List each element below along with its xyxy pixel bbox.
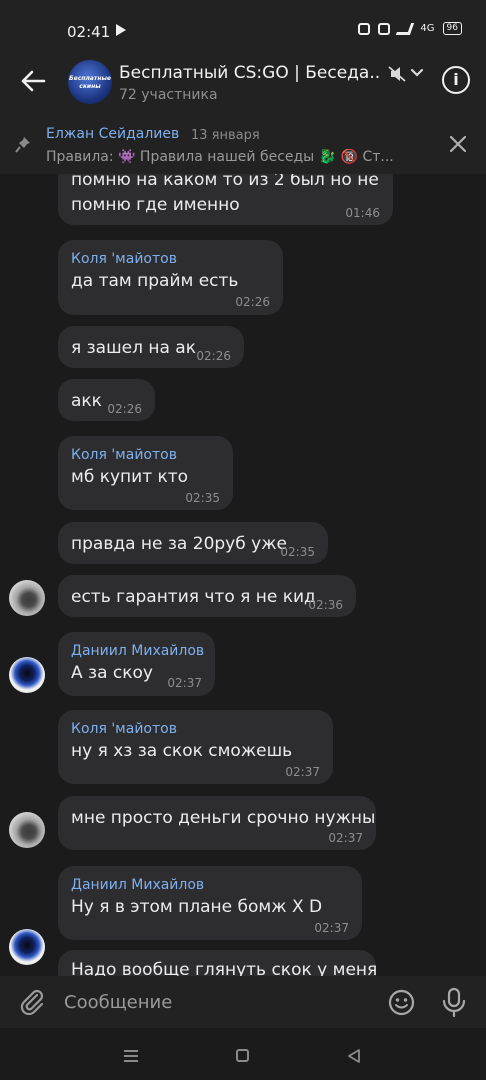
message-author[interactable]: Даниил Михайлов bbox=[71, 877, 204, 893]
avatar-caption-line2: скины bbox=[79, 83, 101, 90]
message-time: 02:35 bbox=[280, 545, 315, 559]
message-author[interactable]: Коля 'майотов bbox=[71, 251, 177, 267]
message-text: правда не за 20руб уже bbox=[71, 534, 287, 554]
avatar[interactable] bbox=[9, 812, 45, 848]
status-time: 02:41 bbox=[67, 23, 111, 41]
message-time: 02:37 bbox=[167, 676, 202, 690]
message-text: Ну я в этом плане бомж X D bbox=[71, 897, 323, 917]
emoji-icon[interactable] bbox=[388, 989, 415, 1016]
message-text: есть гарантия что я не кид bbox=[71, 587, 316, 607]
pinned-message[interactable]: Елжан Сейдалиев 13 января Правила: 👾 Пра… bbox=[0, 120, 486, 174]
message-text: мне просто деньги срочно нужны bbox=[71, 808, 376, 828]
message-bubble[interactable]: я зашел на ак 02:26 bbox=[58, 326, 244, 368]
message-text: акк bbox=[71, 391, 102, 411]
message-bubble[interactable]: Коля 'майотов да там прайм есть 02:26 bbox=[58, 240, 283, 315]
battery-icon: 96 bbox=[442, 22, 462, 35]
group-avatar[interactable]: Бесплатные скины bbox=[68, 60, 112, 104]
pinned-text: Правила: 👾 Правила нашей беседы 🐉 🔞 Ст..… bbox=[46, 149, 394, 165]
message-bubble[interactable]: акк 02:26 bbox=[58, 379, 155, 421]
message-bubble[interactable]: Даниил Михайлов Ну я в этом плане бомж X… bbox=[58, 866, 362, 940]
network-type: 4G bbox=[420, 23, 435, 34]
muted-bell-icon[interactable] bbox=[388, 66, 406, 82]
message-time: 02:37 bbox=[285, 765, 320, 779]
close-icon[interactable] bbox=[448, 134, 468, 154]
back-arrow-icon[interactable] bbox=[20, 70, 46, 92]
message-bubble[interactable]: Надо вообще глянуть скок у меня bbox=[58, 950, 378, 976]
avatar[interactable] bbox=[9, 580, 45, 616]
message-feed[interactable]: помню на каком то из 2 был но не помню г… bbox=[0, 174, 486, 976]
chat-header: Бесплатные скины Бесплатный CS:GO | Бесе… bbox=[0, 60, 486, 120]
signal-icon bbox=[396, 22, 415, 35]
headset-icon bbox=[358, 22, 371, 35]
info-icon[interactable]: i bbox=[442, 66, 470, 94]
message-text: да там прайм есть bbox=[71, 271, 239, 291]
message-time: 02:26 bbox=[235, 295, 270, 309]
avatar[interactable] bbox=[9, 657, 45, 693]
pinned-author: Елжан Сейдалиев bbox=[46, 126, 180, 142]
nav-back-icon[interactable] bbox=[348, 1049, 360, 1063]
message-author[interactable]: Даниил Михайлов bbox=[71, 643, 204, 659]
home-icon[interactable] bbox=[236, 1049, 249, 1062]
message-bubble[interactable]: Даниил Михайлов А за скоу 02:37 bbox=[58, 632, 215, 696]
message-text: мб купит кто bbox=[71, 467, 189, 487]
message-composer bbox=[0, 976, 486, 1028]
alarm-icon bbox=[378, 22, 391, 35]
recent-apps-icon[interactable] bbox=[124, 1050, 138, 1062]
message-bubble[interactable]: помню на каком то из 2 был но не помню г… bbox=[58, 174, 393, 225]
message-bubble[interactable]: правда не за 20руб уже 02:35 bbox=[58, 522, 328, 564]
microphone-icon[interactable] bbox=[441, 987, 467, 1017]
message-text: Надо вообще глянуть скок у меня bbox=[71, 960, 378, 976]
message-time: 02:37 bbox=[314, 921, 349, 935]
message-input[interactable] bbox=[64, 988, 364, 1016]
message-time: 02:26 bbox=[107, 402, 142, 416]
avatar-caption-line1: Бесплатные bbox=[69, 75, 111, 82]
message-author[interactable]: Коля 'майотов bbox=[71, 721, 177, 737]
paperclip-icon[interactable] bbox=[20, 989, 46, 1015]
message-text: ну я хз за скок сможешь bbox=[71, 741, 293, 761]
message-text: А за скоу bbox=[71, 663, 153, 683]
message-time: 02:36 bbox=[308, 598, 343, 612]
message-bubble[interactable]: мне просто деньги срочно нужны 02:37 bbox=[58, 796, 376, 850]
message-bubble[interactable]: есть гарантия что я не кид 02:36 bbox=[58, 575, 356, 617]
message-text: я зашел на ак bbox=[71, 338, 196, 358]
message-time: 02:37 bbox=[328, 831, 363, 845]
media-play-icon bbox=[116, 24, 126, 36]
status-bar: 02:41 4G 96 bbox=[0, 0, 486, 60]
message-bubble[interactable]: Коля 'майотов мб купит кто 02:35 bbox=[58, 436, 233, 510]
pin-icon bbox=[15, 137, 30, 153]
message-text: помню где именно bbox=[71, 195, 240, 215]
message-time: 02:26 bbox=[196, 349, 231, 363]
pinned-date: 13 января bbox=[191, 128, 260, 143]
member-count: 72 участника bbox=[119, 87, 218, 103]
chat-title[interactable]: Бесплатный CS:GO | Беседа... bbox=[119, 63, 379, 83]
avatar[interactable] bbox=[9, 929, 45, 965]
message-time: 01:46 bbox=[345, 206, 380, 220]
message-bubble[interactable]: Коля 'майотов ну я хз за скок сможешь 02… bbox=[58, 710, 333, 784]
message-text: помню на каком то из 2 был но не bbox=[71, 174, 379, 190]
system-nav-bar bbox=[0, 1028, 486, 1080]
message-author[interactable]: Коля 'майотов bbox=[71, 447, 177, 463]
chevron-down-icon[interactable] bbox=[410, 68, 424, 78]
message-time: 02:35 bbox=[185, 491, 220, 505]
status-indicators: 4G 96 bbox=[358, 22, 462, 35]
